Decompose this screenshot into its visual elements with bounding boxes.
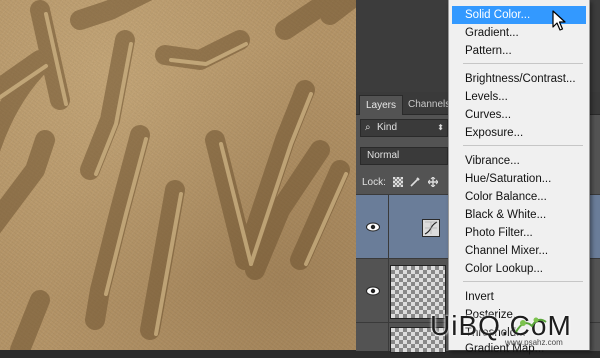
menu-item-color-lookup[interactable]: Color Lookup... — [452, 260, 586, 278]
menu-separator — [463, 145, 583, 146]
layer-filter-label: Kind — [377, 122, 398, 133]
menu-item-levels[interactable]: Levels... — [452, 88, 586, 106]
tab-layers[interactable]: Layers — [359, 95, 404, 115]
visibility-eye-icon[interactable] — [366, 222, 380, 232]
curves-adjustment-icon[interactable] — [422, 219, 440, 237]
mouse-pointer-icon — [552, 10, 566, 31]
document-canvas[interactable] — [0, 0, 356, 350]
lock-brush-icon[interactable] — [410, 177, 421, 187]
menu-item-photo-filter[interactable]: Photo Filter... — [452, 224, 586, 242]
menu-item-channel-mixer[interactable]: Channel Mixer... — [452, 242, 586, 260]
watermark-logo: UiBQ.CoM — [430, 310, 572, 341]
menu-separator — [463, 281, 583, 282]
lock-transparent-icon[interactable] — [392, 177, 403, 188]
layer-filter-select[interactable]: ⌕ Kind ⬍ — [360, 119, 448, 137]
stepper-icon: ⬍ — [437, 123, 444, 132]
lock-row: Lock: — [362, 175, 443, 191]
visibility-divider — [388, 323, 389, 351]
search-icon: ⌕ — [365, 122, 371, 133]
menu-item-hue-saturation[interactable]: Hue/Saturation... — [452, 170, 586, 188]
blend-mode-value: Normal — [367, 150, 400, 161]
lock-move-icon[interactable] — [428, 177, 439, 188]
menu-item-black-white[interactable]: Black & White... — [452, 206, 586, 224]
visibility-divider — [388, 259, 389, 323]
leaf-decoration-icon — [515, 317, 547, 333]
visibility-eye-icon[interactable] — [366, 286, 380, 296]
menu-item-invert[interactable]: Invert — [452, 288, 586, 306]
menu-item-vibrance[interactable]: Vibrance... — [452, 152, 586, 170]
menu-item-brightness-contrast[interactable]: Brightness/Contrast... — [452, 70, 586, 88]
menu-item-exposure[interactable]: Exposure... — [452, 124, 586, 142]
blend-mode-select[interactable]: Normal — [360, 147, 448, 165]
menu-item-curves[interactable]: Curves... — [452, 106, 586, 124]
menu-separator — [463, 63, 583, 64]
menu-item-pattern[interactable]: Pattern... — [452, 42, 586, 60]
lock-label: Lock: — [362, 177, 386, 188]
visibility-divider — [388, 195, 389, 259]
sand-writing-image — [0, 0, 356, 350]
menu-item-color-balance[interactable]: Color Balance... — [452, 188, 586, 206]
adjustment-layer-menu: Solid Color... Gradient... Pattern... Br… — [448, 0, 590, 355]
watermark-url: www.psahz.com — [505, 338, 563, 347]
